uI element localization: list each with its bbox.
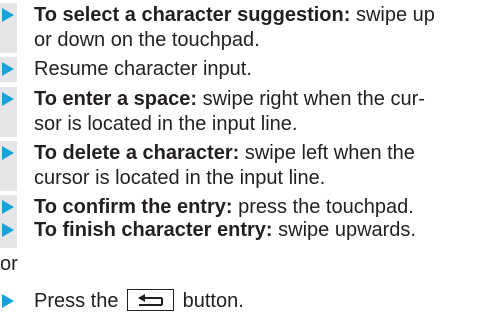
- step-bar: [0, 240, 17, 248]
- step-text: To enter a space: swipe right when the c…: [34, 87, 475, 137]
- step-line1: press the touchpad.: [232, 196, 414, 218]
- step-plain-text: Resume character input.: [34, 58, 252, 80]
- step-bold-label: To confirm the entry:: [34, 196, 233, 218]
- step-text: To finish character entry: swipe upwards…: [34, 218, 475, 243]
- instruction-document: To select a character suggestion: swipe …: [0, 0, 481, 331]
- step-bold-label: To delete a character:: [34, 142, 240, 164]
- step-bold-label: To enter a space:: [34, 88, 198, 110]
- step-arrow-icon: [2, 146, 14, 160]
- back-button-symbol: [127, 288, 175, 311]
- step-finish-entry: To finish character entry: swipe upwards…: [0, 218, 475, 243]
- step-arrow-icon: [2, 200, 14, 214]
- step-line1: swipe up: [350, 4, 435, 26]
- step-select-suggestion: To select a character suggestion: swipe …: [0, 3, 475, 53]
- or-separator: or: [0, 253, 18, 275]
- step-line1: swipe right when the cur-: [197, 88, 425, 110]
- button-text: button.: [182, 290, 244, 312]
- step-text: Press the button.: [34, 288, 475, 314]
- step-line2: cursor is located in the input line.: [34, 167, 326, 189]
- step-enter-space: To enter a space: swipe right when the c…: [0, 87, 475, 137]
- step-line2: sor is located in the input line.: [34, 113, 298, 135]
- step-arrow-icon: [2, 92, 14, 106]
- step-text: To confirm the entry: press the touchpad…: [34, 195, 475, 220]
- step-delete-character: To delete a character: swipe left when t…: [0, 141, 475, 191]
- step-confirm-entry: To confirm the entry: press the touchpad…: [0, 195, 475, 220]
- step-resume-input: Resume character input.: [0, 57, 475, 82]
- step-line1: swipe upwards.: [272, 219, 416, 241]
- step-bold-label: To finish character entry:: [34, 219, 273, 241]
- step-text: Resume character input.: [34, 57, 475, 82]
- step-line2: or down on the touchpad.: [34, 29, 260, 51]
- back-icon: [138, 293, 164, 306]
- step-press-back: Press the button.: [0, 288, 475, 314]
- step-text: To select a character suggestion: swipe …: [34, 3, 475, 53]
- step-arrow-icon: [2, 294, 14, 308]
- step-arrow-icon: [2, 62, 14, 76]
- step-arrow-icon: [2, 8, 14, 22]
- step-text: To delete a character: swipe left when t…: [34, 141, 475, 191]
- step-bold-label: To select a character suggestion:: [34, 4, 351, 26]
- step-line1: swipe left when the: [239, 142, 415, 164]
- press-text: Press the: [34, 290, 119, 312]
- step-arrow-icon: [2, 223, 14, 237]
